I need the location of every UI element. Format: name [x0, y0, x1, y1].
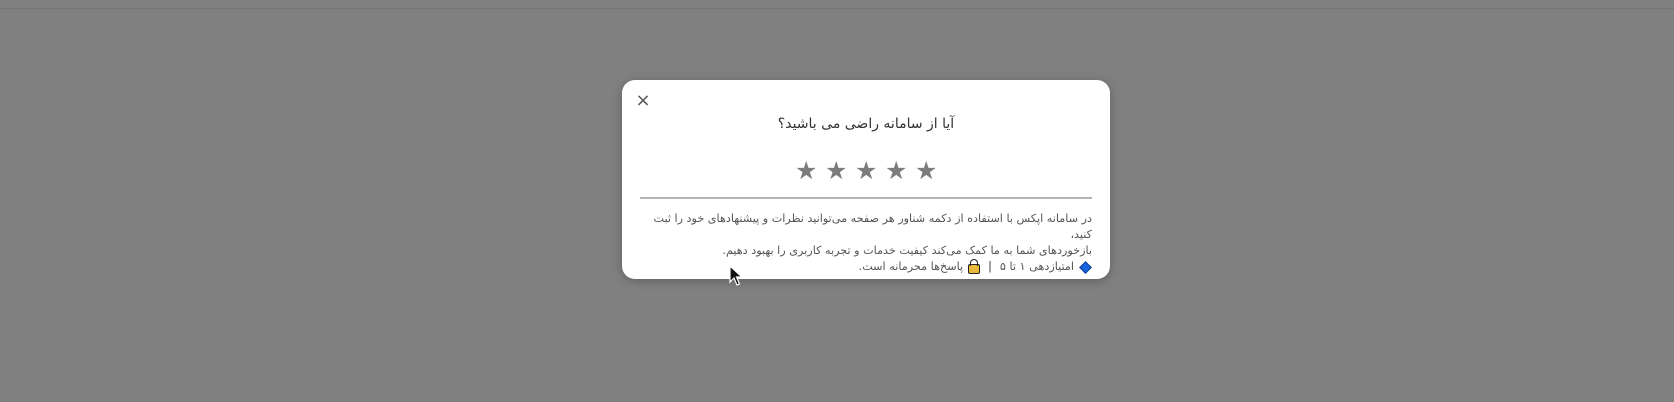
divider — [640, 197, 1092, 199]
blue-diamond-icon — [1079, 260, 1092, 274]
close-icon[interactable]: × — [634, 92, 652, 110]
mouse-cursor-icon — [729, 265, 743, 286]
star-icon[interactable]: ★ — [915, 156, 937, 186]
star-rating: ★ ★ ★ ★ ★ — [622, 156, 1110, 186]
star-icon[interactable]: ★ — [855, 156, 877, 186]
star-icon[interactable]: ★ — [885, 156, 907, 186]
description-line-2: بازخوردهای شما به ما کمک می‌کند کیفیت خد… — [722, 244, 1092, 257]
star-icon[interactable]: ★ — [795, 156, 817, 186]
rating-range-text: امتیازدهی ۱ تا ۵ — [999, 260, 1074, 273]
separator: | — [988, 260, 992, 273]
description: در سامانه اپکس با استفاده از دکمه شناور … — [634, 211, 1092, 275]
top-bar-edge — [0, 0, 1674, 9]
description-line-1: در سامانه اپکس با استفاده از دکمه شناور … — [653, 212, 1092, 241]
satisfaction-modal: × آیا از سامانه راضی می باشید؟ ★ ★ ★ ★ ★… — [622, 80, 1110, 279]
star-icon[interactable]: ★ — [825, 156, 847, 186]
privacy-text: پاسخ‌ها محرمانه است. — [858, 260, 964, 273]
lock-icon — [968, 259, 981, 274]
info-line: امتیازدهی ۱ تا ۵ | پاسخ‌ها محرمانه است. — [634, 259, 1092, 275]
modal-title: آیا از سامانه راضی می باشید؟ — [777, 116, 955, 132]
